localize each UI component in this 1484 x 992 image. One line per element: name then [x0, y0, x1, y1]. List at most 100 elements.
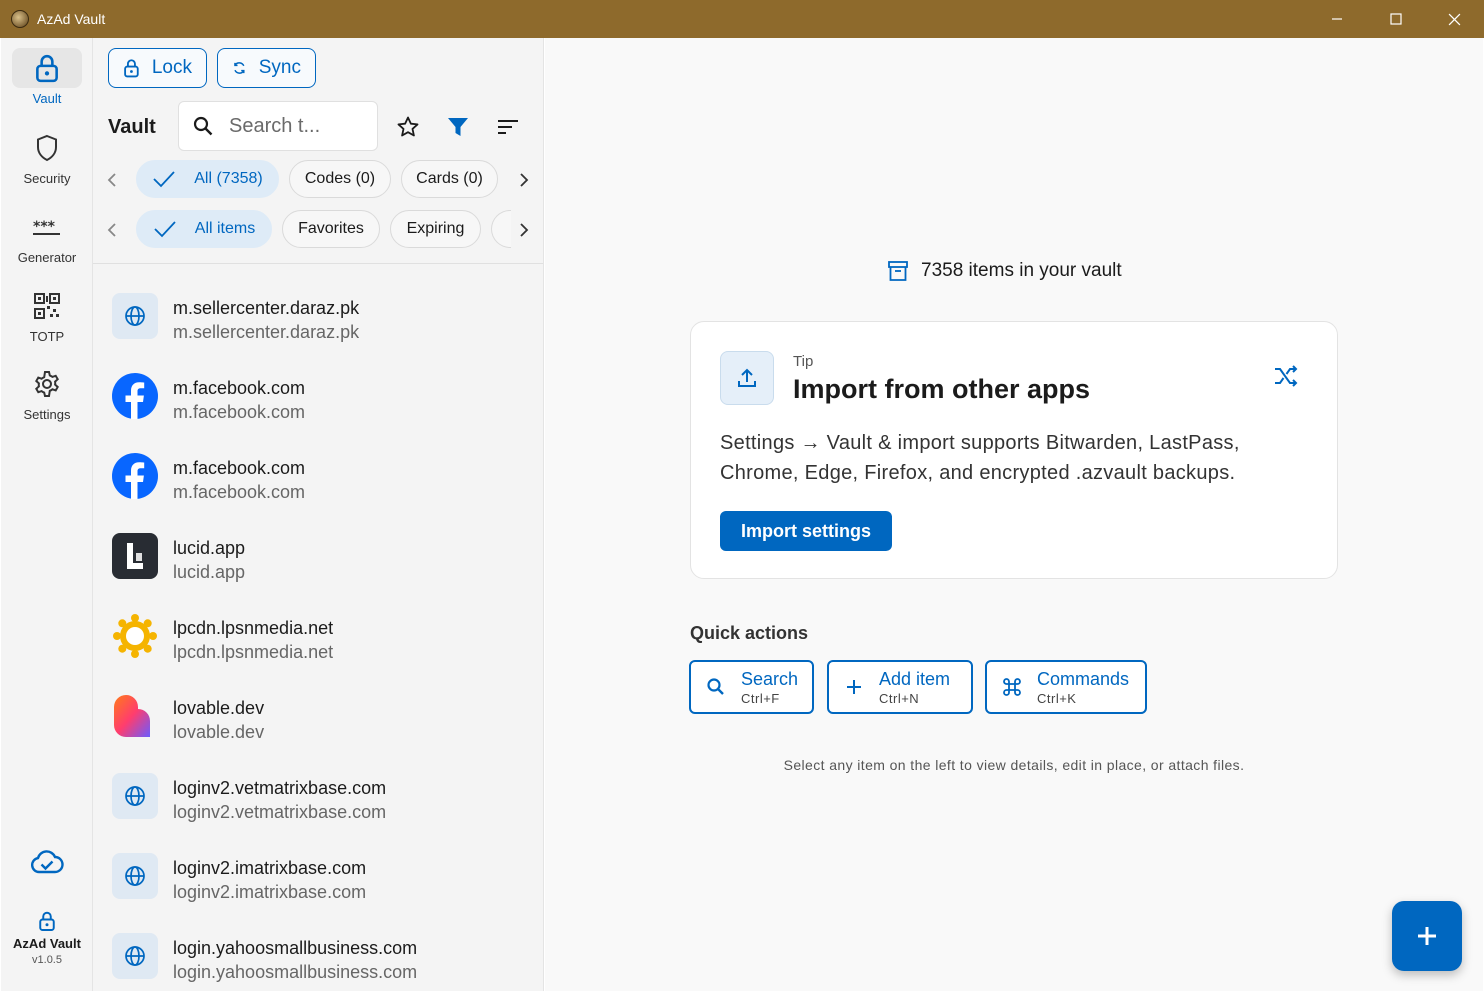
sync-icon [234, 62, 245, 74]
star-icon [397, 116, 419, 137]
globe-icon [125, 946, 145, 966]
asterisks-icon: *** [33, 219, 60, 235]
sun-logo-icon [113, 614, 157, 658]
vault-list-pane: Lock Sync Vault All (7358) Codes (0) Car… [93, 38, 544, 991]
favorites-toggle-button[interactable] [393, 112, 423, 142]
check-icon [153, 171, 175, 188]
quick-commands-button[interactable]: Commands Ctrl+K [985, 660, 1147, 714]
lock-button-label: Lock [151, 57, 192, 78]
rail-item-totp[interactable]: TOTP [1, 286, 93, 344]
facebook-logo-icon [112, 453, 158, 499]
detail-hint: Select any item on the left to view deta… [783, 757, 1245, 773]
filter-chip-expiring[interactable]: Expiring [390, 210, 481, 248]
sort-button[interactable] [493, 112, 523, 142]
nav-rail: Vault Security *** Generator TOTP Settin… [1, 38, 93, 991]
lock-icon [124, 59, 139, 78]
filter-chip-cards[interactable]: Cards (0) [401, 160, 498, 198]
upload-icon [738, 368, 756, 387]
lovable-logo-icon [114, 695, 150, 737]
lucid-logo-icon [127, 543, 143, 569]
window-title: AzAd Vault [37, 11, 106, 27]
globe-icon [125, 786, 145, 806]
list-divider [93, 263, 543, 264]
shuffle-icon [1275, 365, 1298, 387]
maximize-button[interactable] [1366, 0, 1425, 38]
sync-status[interactable] [1, 850, 93, 876]
lock-button[interactable]: Lock [108, 48, 207, 88]
rail-label: TOTP [29, 329, 65, 344]
vault-count-text: 7358 items in your vault [921, 260, 1122, 281]
command-key-icon [1003, 678, 1021, 696]
archive-icon [888, 261, 908, 281]
sync-button[interactable]: Sync [217, 48, 316, 88]
check-icon [154, 221, 176, 238]
filter-chip-codes[interactable]: Codes (0) [289, 160, 391, 198]
tip-label: Tip [793, 353, 814, 370]
globe-icon [125, 866, 145, 886]
list-item[interactable]: m.facebook.com m.facebook.com [93, 440, 543, 520]
brand-name: AzAd Vault [13, 936, 81, 951]
chevron-left-icon [107, 223, 116, 237]
rail-item-security[interactable]: Security [1, 128, 93, 186]
globe-icon [125, 306, 145, 326]
quick-add-item-button[interactable]: Add item Ctrl+N [827, 660, 973, 714]
app-version: v1.0.5 [32, 954, 62, 966]
type-filter-row: All (7358) Codes (0) Cards (0) [93, 160, 543, 200]
rail-item-vault[interactable]: Vault [1, 48, 93, 106]
list-title: Vault [108, 116, 156, 138]
list-item[interactable]: lovable.dev lovable.dev [93, 680, 543, 760]
window-controls [1307, 0, 1484, 38]
list-item[interactable]: login.yahoosmallbusiness.com login.yahoo… [93, 920, 543, 991]
minimize-icon [1331, 18, 1342, 20]
scroll-left-button[interactable] [100, 166, 124, 194]
tip-icon-box [720, 351, 774, 405]
sync-button-label: Sync [258, 57, 301, 78]
list-item[interactable]: m.sellercenter.daraz.pk m.sellercenter.d… [93, 280, 543, 360]
list-item[interactable]: lucid.app lucid.app [93, 520, 543, 600]
view-filter-row: All items Favorites Expiring [93, 210, 543, 250]
shuffle-tip-button[interactable] [1273, 364, 1299, 393]
rail-label: Security [23, 171, 71, 186]
list-item[interactable]: m.facebook.com m.facebook.com [93, 360, 543, 440]
gear-icon [35, 371, 59, 397]
close-button[interactable] [1425, 0, 1484, 38]
close-icon [1448, 13, 1461, 25]
scroll-right-button[interactable] [512, 166, 536, 194]
minimize-button[interactable] [1307, 0, 1366, 38]
app-icon [11, 10, 29, 28]
filter-chip-all[interactable]: All (7358) [136, 160, 279, 198]
search-icon [707, 678, 724, 695]
brand-footer: AzAd Vault v1.0.5 [1, 910, 93, 966]
filter-chip-overflow[interactable] [491, 210, 511, 248]
scroll-right-button[interactable] [512, 216, 536, 244]
quick-actions-title: Quick actions [690, 623, 809, 643]
maximize-icon [1389, 13, 1402, 25]
rail-item-settings[interactable]: Settings [1, 364, 93, 422]
filter-button[interactable] [443, 112, 473, 142]
shield-icon [37, 134, 57, 162]
list-item[interactable]: lpcdn.lpsnmedia.net lpcdn.lpsnmedia.net [93, 600, 543, 680]
import-settings-button[interactable]: Import settings [720, 511, 892, 551]
facebook-logo-icon [112, 373, 158, 419]
rail-label: Settings [23, 407, 71, 422]
filter-icon [448, 118, 468, 136]
search-box[interactable] [178, 101, 378, 151]
lock-icon [36, 55, 58, 83]
add-item-fab[interactable] [1392, 901, 1462, 971]
filter-chip-all-items[interactable]: All items [136, 210, 272, 248]
filter-chip-favorites[interactable]: Favorites [282, 210, 380, 248]
rail-item-generator[interactable]: *** Generator [1, 207, 93, 265]
scroll-left-button[interactable] [100, 216, 124, 244]
vault-count: 7358 items in your vault [887, 260, 1122, 282]
detail-pane: 7358 items in your vault Tip Import from… [545, 38, 1483, 991]
cloud-check-icon [30, 850, 64, 874]
chevron-left-icon [107, 173, 116, 187]
search-input[interactable] [229, 114, 349, 138]
tip-body: Settings → Vault & import supports Bitwa… [720, 432, 1240, 484]
list-item[interactable]: loginv2.imatrixbase.com loginv2.imatrixb… [93, 840, 543, 920]
quick-search-button[interactable]: Search Ctrl+F [689, 660, 814, 714]
list-item[interactable]: loginv2.vetmatrixbase.com loginv2.vetmat… [93, 760, 543, 840]
lock-icon [39, 911, 55, 931]
tip-card: Tip Import from other apps Settings → Va… [690, 321, 1338, 579]
rail-label: Generator [17, 250, 77, 265]
